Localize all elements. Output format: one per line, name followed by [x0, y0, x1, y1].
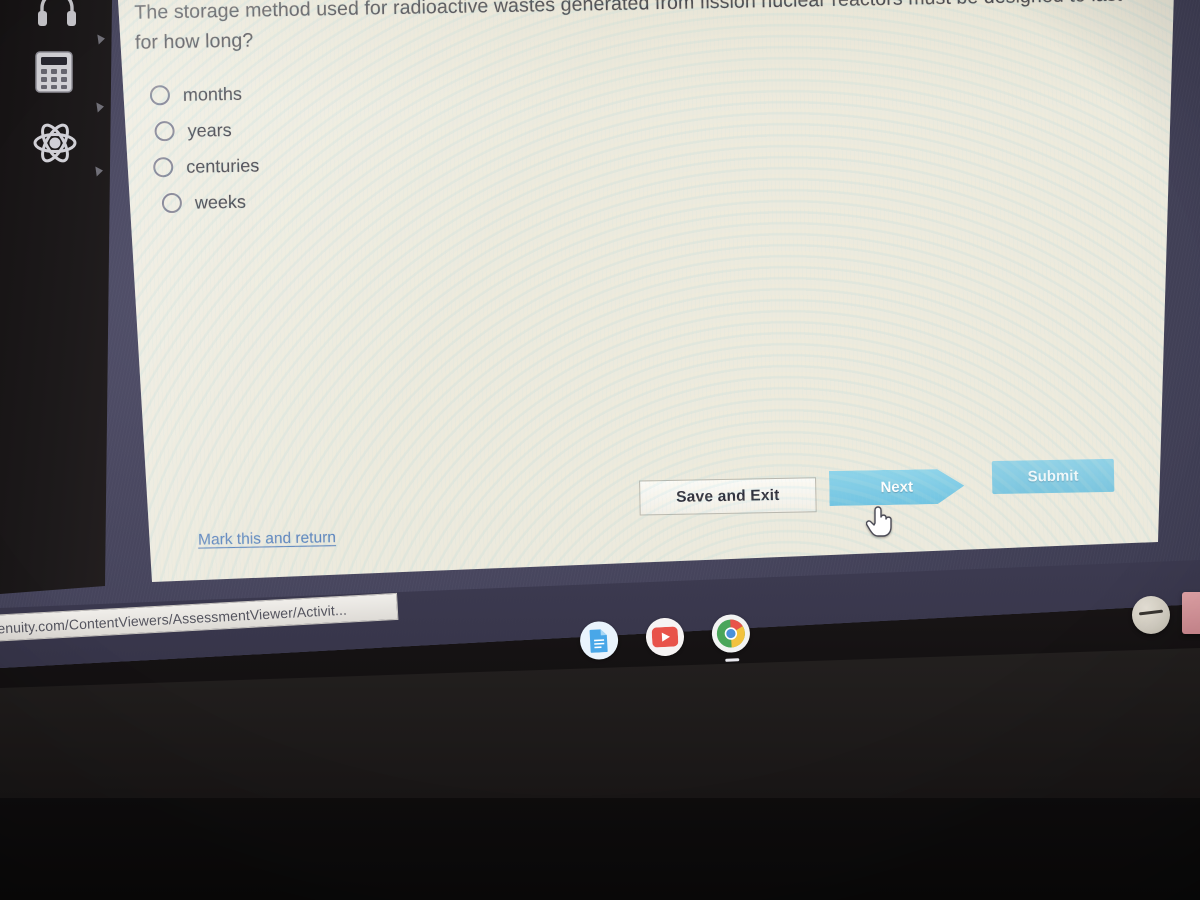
assessment-panel: The storage method used for radioactive … — [118, 0, 1174, 582]
rail-marker-icon — [97, 33, 106, 45]
mouse-cursor-pointer-icon — [865, 503, 896, 537]
headphones-icon[interactable] — [34, 0, 80, 33]
option-centuries[interactable]: centuries — [151, 147, 260, 185]
radio-button-years[interactable] — [154, 120, 175, 142]
tool-rail — [0, 0, 112, 594]
next-button[interactable]: Next — [829, 469, 965, 506]
rail-marker-icon — [95, 165, 104, 177]
photograph-of-laptop-screen: The storage method used for radioactive … — [0, 0, 1200, 900]
radio-button-weeks[interactable] — [161, 192, 183, 214]
option-months[interactable]: months — [149, 75, 259, 113]
physical-object-pink — [1182, 592, 1200, 634]
chrome-icon — [716, 619, 745, 648]
option-label: months — [182, 83, 243, 105]
option-label: centuries — [186, 154, 260, 177]
shelf-item-google-docs[interactable] — [579, 620, 620, 661]
rail-marker-icon — [96, 101, 105, 113]
google-docs-icon — [589, 629, 608, 653]
answer-options-group: months years centuries weeks — [149, 75, 261, 221]
youtube-icon — [651, 626, 679, 648]
save-and-exit-button[interactable]: Save and Exit — [639, 477, 817, 516]
mark-this-and-return-link[interactable]: Mark this and return — [198, 529, 336, 550]
physical-object-round — [1132, 596, 1170, 634]
option-weeks[interactable]: weeks — [152, 183, 261, 221]
option-years[interactable]: years — [150, 111, 259, 149]
option-label: weeks — [194, 191, 247, 213]
shelf-item-youtube[interactable] — [645, 617, 685, 657]
calculator-icon[interactable] — [34, 50, 74, 99]
shelf-item-chrome[interactable] — [710, 613, 751, 662]
question-text: The storage method used for radioactive … — [134, 0, 1123, 54]
submit-button[interactable]: Submit — [991, 458, 1115, 495]
radio-button-months[interactable] — [149, 85, 171, 106]
option-label: years — [187, 119, 232, 141]
radio-button-centuries[interactable] — [153, 157, 174, 178]
atom-icon[interactable] — [32, 120, 78, 171]
laptop-display: The storage method used for radioactive … — [0, 0, 1200, 668]
